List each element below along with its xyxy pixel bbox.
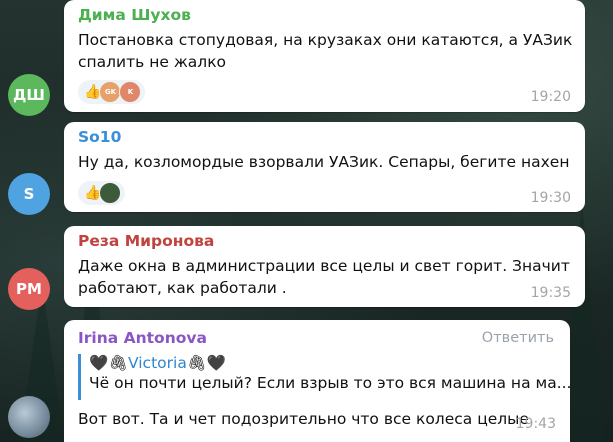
heart-paperclip-icon: 🖤🖇	[89, 354, 128, 372]
message-bubble[interactable]: Дима Шухов Постановка стопудовая, на кру…	[64, 0, 585, 112]
message-text-line: работают, как работали .	[78, 279, 287, 297]
message-time: 19:35	[530, 285, 571, 301]
reactor-avatar	[99, 182, 122, 204]
message-text-line: спалить не жалко	[78, 53, 227, 71]
message-text-line: Вот вот. Та и чет подозрительно что все …	[78, 410, 529, 428]
sender-name[interactable]: Irina Antonova	[78, 329, 207, 347]
message-text-line: Постановка стопудовая, на крузаках они к…	[78, 31, 573, 49]
message-bubble[interactable]: Реза Миронова Даже окна в администрации …	[64, 226, 585, 307]
reaction-chip[interactable]: 👍 GK K	[78, 80, 146, 104]
quote-text: Чё он почти целый? Если взрыв то это вся…	[89, 374, 572, 392]
quote-author-name: Victoria	[127, 354, 187, 372]
sender-name[interactable]: Дима Шухов	[78, 6, 191, 24]
message-time: 19:30	[530, 190, 571, 206]
reply-quote[interactable]: 🖤🖇Victoria🖇🖤 Чё он почти целый? Если взр…	[78, 354, 572, 400]
quote-author: 🖤🖇Victoria🖇🖤	[89, 354, 559, 372]
avatar[interactable]	[8, 396, 50, 438]
message-bubble[interactable]: So10 Ну да, козломордые взорвали УАЗик. …	[64, 122, 585, 212]
sender-name[interactable]: Реза Миронова	[78, 232, 214, 250]
reaction-chip[interactable]: 👍	[78, 181, 126, 205]
message-time: 19:43	[515, 416, 556, 432]
message-text-line: Ну да, козломордые взорвали УАЗик. Сепар…	[78, 153, 570, 171]
sender-name[interactable]: So10	[78, 128, 121, 146]
reply-button[interactable]: Ответить	[482, 330, 554, 346]
avatar[interactable]: S	[8, 173, 50, 215]
avatar[interactable]: ДШ	[8, 74, 50, 116]
message-time: 19:20	[530, 89, 571, 105]
heart-paperclip-icon: 🖇🖤	[186, 354, 226, 372]
message-text-line: Даже окна в администрации все целы и све…	[78, 257, 570, 275]
reactor-avatar: K	[119, 81, 142, 103]
message-bubble[interactable]: Irina Antonova Ответить 🖤🖇Victoria🖇🖤 Чё …	[64, 320, 572, 442]
reactor-avatar: GK	[99, 81, 122, 103]
avatar[interactable]: РМ	[8, 268, 50, 310]
